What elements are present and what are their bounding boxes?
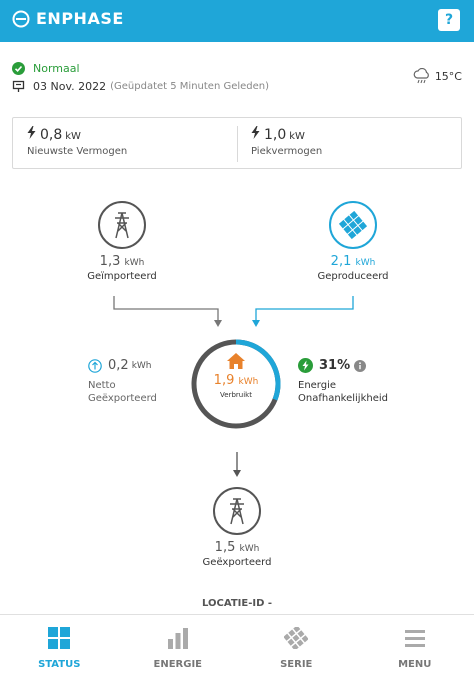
consumption-value: 1,9	[213, 373, 235, 388]
nav-menu-label: MENU	[398, 659, 432, 670]
grid-icon	[48, 627, 71, 649]
peak-power-value: 1,0	[264, 127, 287, 143]
hamburger-icon	[404, 630, 425, 647]
nav-serie-label: SERIE	[280, 659, 313, 670]
export-label: Geëxporteerd	[202, 557, 272, 568]
solar-panel-icon	[283, 625, 309, 651]
grid-import-circle	[98, 201, 146, 249]
nav-energie[interactable]: ENERGIE	[119, 615, 238, 673]
arrow-up-circle-icon	[88, 358, 102, 373]
production-label: Geproduceerd	[317, 271, 389, 282]
independence-label-1: Energie	[298, 380, 337, 391]
latest-power-value: 0,8	[40, 127, 63, 143]
net-export-value: 0,2	[108, 358, 129, 373]
import-value: 1,3	[99, 254, 121, 269]
nav-energie-label: ENERGIE	[153, 659, 203, 670]
last-update: 03 Nov. 2022 (Geüpdatet 5 Minuten Gelede…	[12, 80, 269, 93]
energy-independence: 31% Energie Onafhankelijkheid	[298, 358, 388, 405]
import-unit: kWh	[124, 258, 145, 268]
enphase-logo: ENPHASE	[12, 9, 124, 28]
gateway-icon	[12, 80, 25, 92]
production-flow-arrow	[252, 320, 260, 327]
peak-power-label: Piekvermogen	[251, 146, 323, 157]
update-age: (Geüpdatet 5 Minuten Geleden)	[110, 81, 270, 92]
production-circle	[329, 201, 377, 249]
export-flow-arrow	[233, 470, 241, 477]
card-divider	[237, 126, 238, 162]
check-circle-icon	[12, 62, 25, 75]
independence-value: 31%	[319, 358, 351, 373]
independence-label-2: Onafhankelijkheid	[298, 393, 388, 404]
app-header: ENPHASE ?	[0, 0, 474, 42]
grid-export-node[interactable]: 1,5 kWh Geëxporteerd	[193, 487, 281, 568]
nav-serie[interactable]: SERIE	[237, 615, 356, 673]
help-button[interactable]: ?	[438, 9, 460, 31]
system-status: Normaal	[12, 62, 80, 75]
production-node[interactable]: 2,1 kWh Geproduceerd	[309, 201, 397, 282]
bolt-icon	[27, 126, 36, 139]
latest-power-label: Nieuwste Vermogen	[27, 146, 128, 157]
net-export-label-2: Geëxporteerd	[88, 393, 157, 404]
net-export-unit: kWh	[131, 360, 152, 371]
power-tower-icon	[115, 212, 129, 239]
bolt-icon	[251, 126, 260, 139]
production-unit: kWh	[355, 258, 376, 268]
production-value: 2,1	[330, 254, 352, 269]
nav-status-label: STATUS	[38, 659, 81, 670]
grid-import-node[interactable]: 1,3 kWh Geïmporteerd	[78, 201, 166, 282]
info-icon[interactable]	[354, 359, 367, 372]
home-icon	[227, 353, 245, 369]
net-export-label-1: Netto	[88, 380, 116, 391]
nav-menu[interactable]: MENU	[356, 615, 474, 673]
import-flow-line	[113, 296, 219, 322]
grid-export-circle	[213, 487, 261, 535]
consumption-center[interactable]: 1,9 kWh Verbruikt	[189, 337, 283, 399]
location-id: LOCATIE-ID -	[202, 598, 272, 609]
production-flow-line	[255, 296, 354, 322]
consumption-unit: kWh	[238, 377, 259, 387]
update-date: 03 Nov. 2022	[33, 80, 107, 93]
bolt-circle-icon	[298, 358, 313, 373]
latest-power-unit: kW	[65, 131, 81, 142]
power-summary-card: 0,8 kW Nieuwste Vermogen 1,0 kW Piekverm…	[12, 117, 462, 169]
net-export[interactable]: 0,2 kWh Netto Geëxporteerd	[88, 358, 157, 405]
import-label: Geïmporteerd	[87, 271, 157, 282]
latest-power: 0,8 kW Nieuwste Vermogen	[27, 126, 127, 157]
consumption-label: Verbruikt	[220, 391, 252, 399]
import-flow-arrow	[214, 320, 222, 327]
bottom-navigation: STATUS ENERGIE SERIE MENU	[0, 614, 474, 673]
export-unit: kWh	[239, 544, 260, 554]
solar-panel-icon	[339, 211, 367, 239]
nav-status[interactable]: STATUS	[0, 615, 119, 673]
weather: 15°C	[413, 68, 462, 84]
brand-name: ENPHASE	[36, 9, 124, 28]
cloud-rain-icon	[413, 68, 429, 84]
peak-power: 1,0 kW Piekvermogen	[251, 126, 322, 157]
power-tower-icon	[230, 498, 244, 525]
temperature: 15°C	[434, 69, 462, 83]
bar-chart-icon	[167, 628, 188, 649]
export-value: 1,5	[214, 540, 236, 555]
enphase-logo-icon	[12, 10, 30, 27]
status-text: Normaal	[33, 62, 80, 75]
peak-power-unit: kW	[289, 131, 305, 142]
